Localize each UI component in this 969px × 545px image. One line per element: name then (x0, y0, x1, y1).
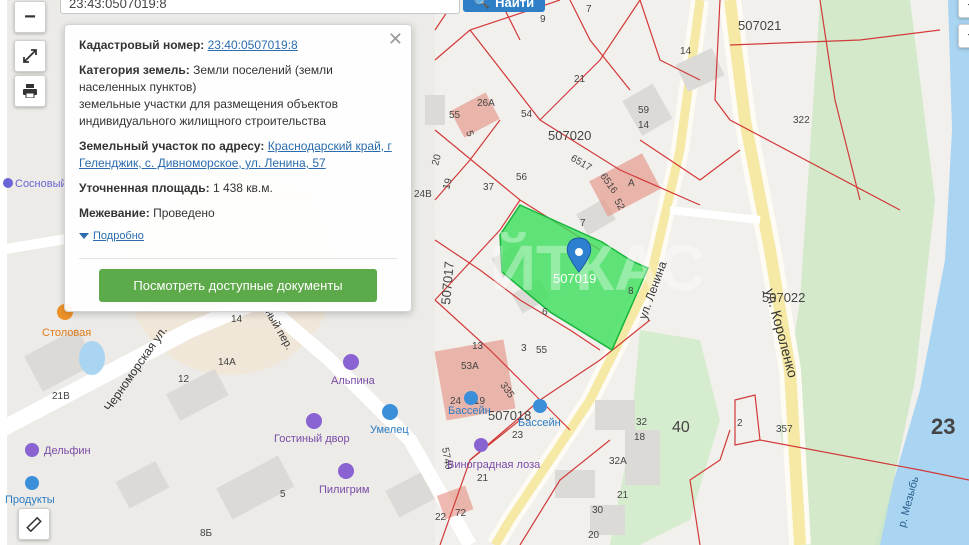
house-number: 9 (540, 14, 546, 25)
poi-sosnovy[interactable]: Сосновый (3, 178, 67, 190)
house-number: 22 (435, 512, 447, 523)
house-number: 56 (516, 172, 528, 183)
zoom-out-icon: − (24, 5, 36, 28)
house-number: 14 (680, 46, 692, 57)
house-number: 23 (512, 430, 524, 441)
quarter-label: 507019 (553, 271, 596, 286)
house-number: 357 (776, 424, 793, 435)
house-number: 7 (580, 218, 586, 229)
house-number: 32А (609, 456, 627, 467)
poi-piligrim[interactable]: Пилигрим (319, 463, 369, 496)
house-number: 55 (449, 110, 461, 121)
house-number: 21 (477, 473, 489, 484)
use-value: земельные участки для размещения объекто… (79, 97, 338, 128)
house-number: 26А (477, 98, 495, 109)
category-label: Категория земель: (79, 63, 190, 77)
parcel-info-popup: ✕ Кадастровый номер: 23:40:0507019:8 Кат… (64, 24, 412, 312)
house-number: 7 (586, 4, 592, 15)
survey-value: Проведено (153, 206, 215, 220)
house-number: 32 (636, 417, 648, 428)
house-number: 37 (483, 182, 495, 193)
search-button[interactable]: 🔍 Найти (463, 0, 545, 12)
print-button[interactable] (14, 75, 46, 107)
house-number: 3 (521, 343, 527, 354)
poi-label: Альпина (331, 375, 376, 387)
poi-delfin[interactable]: Дельфин (25, 443, 91, 457)
poi-label: Умелец (370, 424, 409, 436)
more-details-label: Подробно (93, 230, 144, 242)
zoom-out-button[interactable]: − (14, 1, 46, 33)
survey-row: Межевание: Проведено (79, 205, 397, 222)
zoom-out-right-button[interactable]: − (958, 24, 969, 48)
house-number: 21 (617, 490, 629, 501)
house-number: 20 (588, 530, 600, 541)
house-number: 54 (521, 109, 533, 120)
quarter-label: 507021 (738, 18, 781, 33)
search-button-label: Найти (495, 0, 535, 10)
cadastral-row: Кадастровый номер: 23:40:0507019:8 (79, 37, 397, 54)
house-number: 53А (461, 361, 479, 372)
view-documents-button[interactable]: Посмотреть доступные документы (99, 269, 377, 302)
house-number: 13 (472, 341, 484, 352)
quarter-label: 507022 (762, 290, 805, 305)
quarter-label: 507020 (548, 128, 591, 143)
address-label: Земельный участок по адресу: (79, 139, 265, 153)
house-number: 14 (638, 120, 650, 131)
house-number: 5 (280, 489, 286, 500)
poi-produkty[interactable]: Продукты (5, 476, 55, 506)
poi-label: Продукты (5, 494, 55, 506)
poi-label: Сосновый (15, 178, 67, 190)
svg-text:ЙТКАС: ЙТКАС (490, 231, 705, 304)
house-number: 14А (218, 357, 236, 368)
poi-label: Виноградная лоза (447, 459, 541, 471)
poi-label: Бассейн (518, 417, 561, 429)
house-number: 14 (231, 314, 243, 325)
house-number: 21 (574, 74, 586, 85)
ruler-button[interactable] (18, 508, 50, 540)
expand-icon (23, 49, 37, 63)
house-number: 21В (52, 391, 70, 402)
house-number: 8Б (200, 528, 213, 539)
house-number: 2 (737, 418, 743, 429)
close-icon[interactable]: ✕ (388, 29, 403, 50)
triangle-down-icon (79, 233, 89, 239)
popup-divider (79, 258, 397, 259)
poi-label: Пилигрим (319, 484, 369, 496)
house-number: 24В (414, 189, 432, 200)
address-row: Земельный участок по адресу: Краснодарск… (79, 138, 397, 172)
area-label: Уточненная площадь: (79, 181, 210, 195)
cadastral-link[interactable]: 23:40:0507019:8 (208, 38, 298, 52)
house-number: 18 (634, 432, 646, 443)
area-row: Уточненная площадь: 1 438 кв.м. (79, 180, 397, 197)
poi-label: Гостиный двор (274, 433, 350, 445)
more-details-link[interactable]: Подробно (79, 230, 397, 242)
poi-label: Дельфин (44, 445, 91, 457)
zoom-in-button[interactable]: + (958, 0, 969, 18)
survey-label: Межевание: (79, 206, 150, 220)
poi-gostiny-dvor[interactable]: Гостиный двор (274, 413, 350, 445)
house-number: 23 (931, 414, 955, 439)
house-number: 72 (455, 508, 467, 519)
search-input[interactable]: 23:43:0507019:8 (60, 0, 460, 14)
house-number: 55 (536, 345, 548, 356)
house-number: 30 (592, 505, 604, 516)
house-number: 59 (638, 105, 650, 116)
house-number: 322 (793, 115, 810, 126)
area-value: 1 438 кв.м. (212, 181, 273, 195)
poi-label: Бассейн (448, 405, 491, 417)
printer-icon (23, 84, 37, 98)
house-number: 6 (542, 307, 548, 318)
poi-label: Столовая (42, 327, 91, 339)
house-number: 8 (628, 286, 634, 297)
search-icon: 🔍 (473, 0, 491, 9)
house-number: 40 (672, 419, 690, 436)
category-row: Категория земель: Земли поселений (земли… (79, 62, 397, 130)
ruler-icon (26, 516, 42, 532)
house-number: 12 (178, 374, 190, 385)
fullscreen-button[interactable] (14, 40, 46, 72)
house-number: А (628, 178, 635, 189)
cadastral-label: Кадастровый номер: (79, 38, 205, 52)
